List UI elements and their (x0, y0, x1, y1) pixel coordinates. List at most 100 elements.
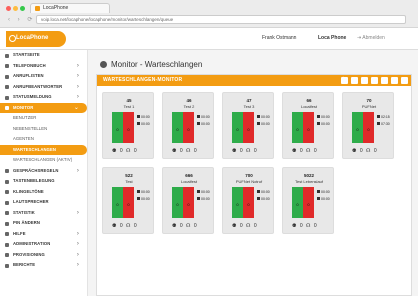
sidebar-item-anrufbeantworter[interactable]: ANRUFBEANTWORTER › (0, 82, 87, 93)
sidebar-item-startseite[interactable]: STARTSEITE (0, 50, 87, 61)
favicon-icon (35, 6, 40, 11)
tab-title: LocaPhone (43, 5, 69, 11)
main-content: Monitor - Warteschlangen WARTESCHLANGEN-… (88, 50, 418, 296)
queue-card[interactable]: 47 Test 3 0 0 00:00 00:00 ⚉ 0 ☊ 0 (222, 92, 274, 159)
wait-time: 00:00 (137, 115, 150, 119)
company-name[interactable]: Loca Phone (318, 35, 346, 41)
wait-time: 02:15 (377, 115, 390, 119)
sidebar-item-statistik[interactable]: STATISTIK › (0, 208, 87, 219)
sidebar-item-hilfe[interactable]: HILFE › (0, 229, 87, 240)
sidebar-item-agenten[interactable]: AGENTEN (0, 134, 87, 145)
sidebar-item-warteschlangen[interactable]: WARTESCHLANGEN (0, 144, 87, 155)
agent-headset-icons: ⚉ 0 ☊ 0 (352, 148, 378, 154)
sidebar-item-icon (5, 95, 9, 100)
sidebar-item-statusmeldung[interactable]: STATUSMELDUNG › (0, 92, 87, 103)
sidebar-item-anruflisten[interactable]: ANRUFLISTEN › (0, 71, 87, 82)
sidebar-item-label: STARTSEITE (13, 52, 40, 57)
panel-toolbar-button[interactable]: ◉ (371, 77, 378, 84)
sidebar-item-label: ANRUFLISTEN (13, 73, 44, 78)
agent-headset-icons: ⚉ 0 ☊ 0 (112, 148, 138, 154)
panel-toolbar-button[interactable]: ⊖ (401, 77, 408, 84)
sidebar-item-icon (5, 64, 9, 68)
free-count: 0 (296, 127, 299, 132)
logout-link[interactable]: ⇥ Abmelden (357, 35, 385, 41)
user-name[interactable]: Frank Ostmann (262, 35, 296, 41)
url-bar[interactable]: voip.loca.net/locaphone/locaphone/monito… (36, 15, 406, 24)
panel-toolbar-button[interactable]: ✕ (391, 77, 398, 84)
sidebar-item-label: STATUSMELDUNG (13, 94, 52, 99)
browser-tab[interactable]: LocaPhone (30, 3, 110, 13)
busy-count: 0 (307, 202, 310, 207)
free-count: 0 (116, 202, 119, 207)
minimize-dot-icon[interactable] (13, 6, 18, 11)
talk-time: 00:00 (317, 122, 330, 126)
sidebar-item-warteschlangen-aktiv-[interactable]: WARTESCHLANGEN (AKTIV) (0, 155, 87, 166)
queue-number: 700 (245, 173, 253, 178)
queue-name: PUFNet Notruf (235, 179, 263, 184)
queue-number: 46 (186, 98, 192, 103)
panel-title: WARTESCHLANGEN-MONITOR (103, 77, 183, 83)
free-count: 0 (116, 127, 119, 132)
free-count: 0 (236, 127, 239, 132)
wait-time: 00:00 (257, 190, 270, 194)
queue-card[interactable]: 700 PUFNet Notruf 0 0 00:00 00:00 ⚉ 0 ☊ 0 (222, 167, 274, 234)
sidebar-item-label: ANRUFBEANTWORTER (13, 83, 63, 89)
page-title-text: Monitor - Warteschlangen (111, 60, 203, 69)
agent-headset-icons: ⚉ 0 ☊ 0 (172, 148, 198, 154)
sidebar-item-gesprächsregeln[interactable]: GESPRÄCHSREGELN › (0, 166, 87, 177)
wait-time: 00:00 (137, 190, 150, 194)
queue-number: 70 (366, 98, 372, 103)
sidebar-item-provisioning[interactable]: PROVISIONING › (0, 250, 87, 261)
sidebar-item-klingeltöne[interactable]: KLINGELTÖNE (0, 187, 87, 198)
logo[interactable]: LocaPhone (6, 31, 66, 47)
panel-toolbar-button[interactable]: ↻ (361, 77, 368, 84)
queue-number: 45 (126, 98, 132, 103)
sidebar-item-pin-ändern[interactable]: PIN ÄNDERN (0, 218, 87, 229)
sidebar-item-benutzer[interactable]: BENUTZER (0, 113, 87, 124)
queue-monitor-panel: WARTESCHLANGEN-MONITOR ⛶ ⚙ ↻ ◉ ▾ ✕ ⊖ 45 Test 100… (96, 74, 412, 296)
queue-name: Localfest (180, 179, 197, 184)
free-count: 0 (356, 127, 359, 132)
queue-card[interactable]: 45 Test 1 0 0 00:00 00:00 ⚉ 0 ☊ 0 (102, 92, 154, 159)
queue-card[interactable]: 666 Localfest 0 0 00:00 00:00 ⚉ 0 ☊ 0 (162, 167, 214, 234)
browser-nav-buttons[interactable]: ‹ › ⟳ (8, 16, 35, 23)
panel-toolbar-button[interactable]: ▾ (381, 77, 388, 84)
queue-card[interactable]: 70 PUFNet 0 0 02:15 07:30 ⚉ 0 ☊ 0 (342, 92, 394, 159)
sidebar-item-berichte[interactable]: BERICHTE › (0, 260, 87, 271)
agent-headset-icons: ⚉ 0 ☊ 0 (172, 223, 198, 229)
queue-card[interactable]: 5022 Test Lebenslauf 0 0 00:00 00:00 ⚉ 0 ☊ 0 (282, 167, 334, 234)
sidebar-item-telefonbuch[interactable]: TELEFONBUCH › (0, 61, 87, 72)
sidebar-item-label: KLINGELTÖNE (13, 188, 44, 194)
busy-count: 0 (247, 202, 250, 207)
queue-name: Test (125, 179, 133, 184)
queue-name: Test Lebenslauf (294, 179, 324, 184)
sidebar-item-administration[interactable]: ADMINISTRATION › (0, 239, 87, 250)
panel-toolbar-button[interactable]: ⚙ (351, 77, 358, 84)
queue-name: PUFNet (361, 104, 377, 109)
agent-headset-icons: ⚉ 0 ☊ 0 (232, 223, 258, 229)
sidebar-item-lautsprecher[interactable]: LAUTSPRECHER (0, 197, 87, 208)
wait-time: 00:00 (197, 115, 210, 119)
wait-time: 00:00 (317, 115, 330, 119)
queue-card[interactable]: 46 Test 2 0 0 00:00 00:00 ⚉ 0 ☊ 0 (162, 92, 214, 159)
chevron-icon: › (76, 167, 79, 174)
maximize-dot-icon[interactable] (20, 6, 25, 11)
logo-text: LocaPhone (16, 35, 49, 41)
close-dot-icon[interactable] (6, 6, 11, 11)
sidebar-item-icon (5, 190, 9, 194)
agent-headset-icons: ⚉ 0 ☊ 0 (112, 223, 138, 229)
app-header: LocaPhone Frank Ostmann Loca Phone ⇥ Abm… (0, 28, 418, 50)
sidebar-item-nebenstellen[interactable]: NEBENSTELLEN (0, 124, 87, 135)
busy-count: 0 (127, 127, 130, 132)
sidebar-item-monitor[interactable]: MONITOR ⌄ (0, 102, 87, 113)
busy-count: 0 (247, 127, 250, 132)
panel-toolbar-button[interactable]: ⛶ (341, 77, 348, 84)
queue-card[interactable]: 66 Localfest 0 0 00:00 00:00 ⚉ 0 ☊ 0 (282, 92, 334, 159)
sidebar-item-icon (5, 74, 9, 79)
sidebar-item-tastenbelegung[interactable]: TASTENBELEGUNG (0, 176, 87, 187)
sidebar-item-label: WARTESCHLANGEN (AKTIV) (13, 157, 73, 162)
agent-headset-icons: ⚉ 0 ☊ 0 (292, 148, 318, 154)
talk-time: 00:00 (197, 197, 210, 201)
queue-card[interactable]: 522 Test 0 0 00:00 00:00 ⚉ 0 ☊ 0 (102, 167, 154, 234)
browser-chrome: LocaPhone ‹ › ⟳ voip.loca.net/locaphone/… (0, 0, 418, 28)
